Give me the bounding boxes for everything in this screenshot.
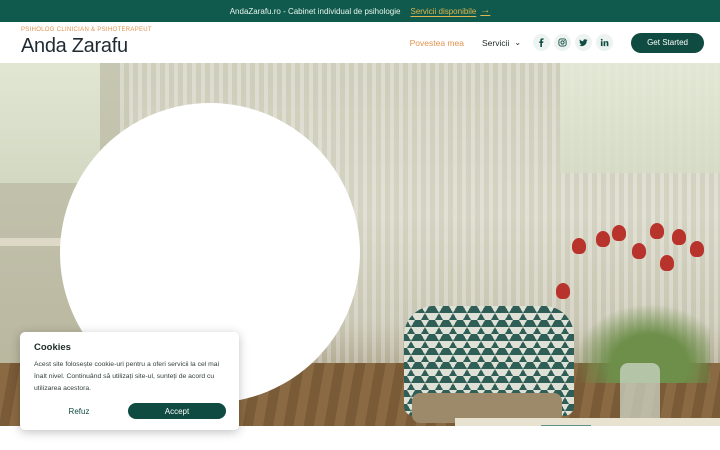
- refuse-button[interactable]: Refuz: [34, 407, 124, 416]
- services-available-link[interactable]: Servicii disponibile →: [410, 5, 491, 16]
- main-nav: Povestea mea Servicii ⌄ Get Started: [410, 32, 704, 53]
- instagram-icon[interactable]: [554, 34, 572, 51]
- cookie-banner: Cookies Acest site folosește cookie-uri …: [20, 332, 239, 430]
- tulip: [632, 243, 646, 259]
- tulip: [572, 238, 586, 254]
- site-header: PSIHOLOG CLINICIAN & PSIHOTERAPEUT Anda …: [0, 22, 720, 63]
- accept-button[interactable]: Accept: [128, 403, 226, 419]
- linkedin-icon[interactable]: [596, 34, 614, 51]
- tulip: [612, 225, 626, 241]
- cookie-title: Cookies: [34, 342, 71, 353]
- cookie-actions: Refuz Accept: [34, 403, 226, 419]
- arrow-right-icon: →: [480, 5, 491, 16]
- get-started-button[interactable]: Get Started: [631, 32, 704, 53]
- nav-services-dropdown[interactable]: Servicii ⌄: [482, 38, 521, 48]
- tulip: [556, 283, 570, 299]
- tulip: [650, 223, 664, 239]
- tulip: [672, 229, 686, 245]
- announcement-bar: AndaZarafu.ro - Cabinet individual de ps…: [0, 0, 720, 22]
- facebook-icon[interactable]: [533, 34, 551, 51]
- announcement-text: AndaZarafu.ro - Cabinet individual de ps…: [229, 6, 401, 16]
- services-available-label: Servicii disponibile: [410, 6, 477, 16]
- tulip: [690, 241, 704, 257]
- nav-services-label: Servicii: [481, 37, 510, 48]
- window-left: [0, 63, 100, 183]
- cookie-text: Acest site folosește cookie-uri pentru a…: [34, 361, 220, 392]
- brand-logo[interactable]: PSIHOLOG CLINICIAN & PSIHOTERAPEUT Anda …: [21, 27, 152, 57]
- brand-subtitle: PSIHOLOG CLINICIAN & PSIHOTERAPEUT: [21, 27, 152, 33]
- window-right: [560, 63, 720, 173]
- nav-story-link[interactable]: Povestea mea: [410, 38, 464, 48]
- tulip: [660, 255, 674, 271]
- chevron-down-icon: ⌄: [514, 38, 522, 47]
- twitter-icon[interactable]: [575, 34, 593, 51]
- tulip: [596, 231, 610, 247]
- brand-name: Anda Zarafu: [21, 35, 128, 57]
